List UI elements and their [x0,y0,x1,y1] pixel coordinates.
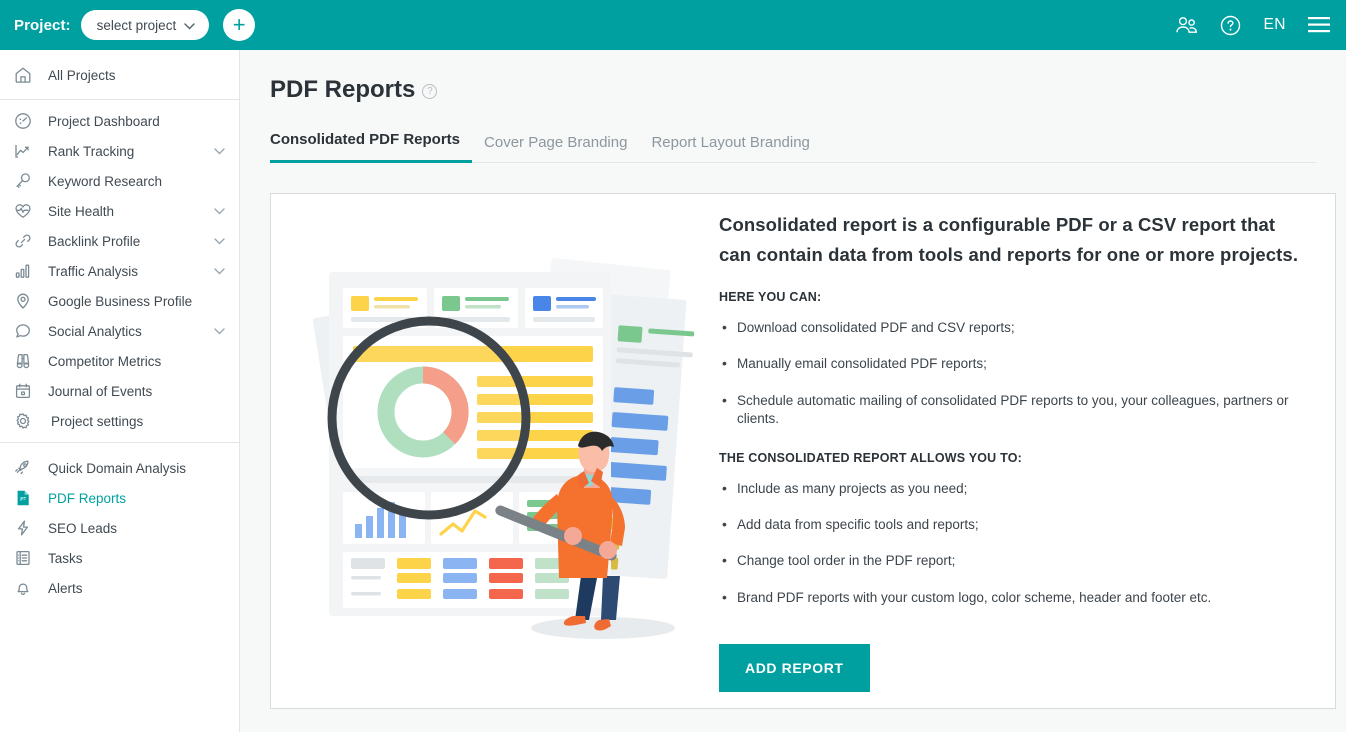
sidebar-item-project-dashboard[interactable]: Project Dashboard [0,106,239,136]
list-icon [14,549,38,567]
sidebar-item-label: Project Dashboard [48,113,160,129]
list-item: Download consolidated PDF and CSV report… [719,310,1305,346]
chevron-down-icon[interactable] [214,207,225,215]
sidebar-item-label: Google Business Profile [48,293,193,309]
help-icon[interactable] [1220,15,1241,36]
heartbeat-icon [14,202,38,220]
users-icon[interactable] [1175,16,1198,34]
gear-icon [14,412,38,430]
bar-chart-icon [14,262,38,280]
empty-state-heading: Consolidated report is a configurable PD… [719,214,1299,266]
sidebar-group-top: All Projects [0,50,239,99]
sidebar-item-rank-tracking[interactable]: Rank Tracking [0,136,239,166]
binoculars-icon [14,352,38,370]
chat-bubble-icon [14,322,38,340]
key-icon [14,172,38,190]
chevron-down-icon[interactable] [214,327,225,335]
hamburger-menu-icon[interactable] [1308,17,1330,33]
pdf-file-icon [14,489,38,507]
list-item: Change tool order in the PDF report; [719,543,1305,579]
sidebar-item-keyword-research[interactable]: Keyword Research [0,166,239,196]
sidebar-item-pdf-reports[interactable]: PDF Reports [0,483,239,513]
dashboard-icon [14,112,38,130]
sidebar-item-label: Traffic Analysis [48,263,139,279]
list-item: Manually email consolidated PDF reports; [719,346,1305,382]
sidebar-item-label: Journal of Events [48,383,153,399]
calendar-icon [14,382,38,400]
map-pin-icon [14,292,38,310]
tab-cover-page-branding[interactable]: Cover Page Branding [472,134,639,163]
sidebar-item-google-business-profile[interactable]: Google Business Profile [0,286,239,316]
page-title: PDF Reports ? [270,76,1316,104]
allows-you-to-label: THE CONSOLIDATED REPORT ALLOWS YOU TO: [719,450,1022,465]
sidebar-item-site-health[interactable]: Site Health [0,196,239,226]
add-report-button[interactable]: ADD REPORT [719,643,870,692]
sidebar: All Projects Project Dashboard Rank Trac… [0,50,240,732]
sidebar-item-competitor-metrics[interactable]: Competitor Metrics [0,346,239,376]
page-header: PDF Reports ? Consolidated PDF Reports C… [240,50,1346,163]
top-bar-actions: EN [1175,15,1330,36]
bolt-icon [14,519,38,537]
list-item: Brand PDF reports with your custom logo,… [719,580,1305,616]
tab-bar: Consolidated PDF Reports Cover Page Bran… [270,130,1316,163]
bell-icon [14,579,38,597]
sidebar-item-label: Tasks [48,550,83,566]
pdf-reports-illustration [281,194,711,708]
sidebar-group-tools: Quick Domain Analysis PDF Reports SEO Le… [0,443,239,609]
sidebar-item-traffic-analysis[interactable]: Traffic Analysis [0,256,239,286]
sidebar-item-label: All Projects [48,67,116,83]
project-select[interactable]: select project [80,10,210,40]
tab-report-layout-branding[interactable]: Report Layout Branding [639,134,821,163]
sidebar-item-all-projects[interactable]: All Projects [0,60,239,90]
chevron-down-icon[interactable] [214,237,225,245]
list-item: Add data from specific tools and reports… [719,507,1305,543]
top-bar: Project: select project + EN [0,0,1346,50]
sidebar-item-label: Social Analytics [48,323,142,339]
sidebar-item-label: Keyword Research [48,173,163,189]
sidebar-item-tasks[interactable]: Tasks [0,543,239,573]
sidebar-item-label: Quick Domain Analysis [48,460,187,476]
link-icon [14,232,38,250]
sidebar-item-journal-of-events[interactable]: Journal of Events [0,376,239,406]
chevron-down-icon [184,18,195,33]
page-title-text: PDF Reports [270,76,416,103]
project-select-value: select project [96,17,177,33]
allows-you-to-list: Include as many projects as you need; Ad… [719,471,1305,616]
project-label: Project: [14,16,71,34]
sidebar-item-label: Site Health [48,203,115,219]
page-help-icon[interactable]: ? [422,84,438,99]
sidebar-item-label: PDF Reports [48,490,127,506]
empty-state-card: Consolidated report is a configurable PD… [270,193,1336,709]
sidebar-item-label: SEO Leads [48,520,118,536]
sidebar-item-seo-leads[interactable]: SEO Leads [0,513,239,543]
list-item: Schedule automatic mailing of consolidat… [719,383,1305,437]
sidebar-item-backlink-profile[interactable]: Backlink Profile [0,226,239,256]
sidebar-item-alerts[interactable]: Alerts [0,573,239,603]
tab-consolidated-pdf-reports[interactable]: Consolidated PDF Reports [270,131,473,163]
sidebar-item-project-settings[interactable]: Project settings [0,406,239,436]
list-item: Include as many projects as you need; [719,471,1305,507]
here-you-can-list: Download consolidated PDF and CSV report… [719,310,1305,437]
sidebar-item-quick-domain-analysis[interactable]: Quick Domain Analysis [0,453,239,483]
chart-line-icon [14,142,38,160]
sidebar-item-label: Project settings [51,413,144,429]
main-content: PDF Reports ? Consolidated PDF Reports C… [240,50,1346,732]
sidebar-item-label: Backlink Profile [48,233,141,249]
sidebar-item-label: Rank Tracking [48,143,135,159]
sidebar-group-project-tools: Project Dashboard Rank Tracking Keyword … [0,100,239,442]
language-selector[interactable]: EN [1263,16,1286,34]
sidebar-item-label: Alerts [48,580,83,596]
rocket-icon [14,459,38,477]
app-body: All Projects Project Dashboard Rank Trac… [0,50,1346,732]
chevron-down-icon[interactable] [214,267,225,275]
empty-state-copy: Consolidated report is a configurable PD… [711,210,1315,692]
plus-icon: + [232,12,246,37]
chevron-down-icon[interactable] [214,147,225,155]
home-icon [14,66,38,84]
sidebar-item-social-analytics[interactable]: Social Analytics [0,316,239,346]
add-project-button[interactable]: + [223,9,256,41]
here-you-can-label: HERE YOU CAN: [719,290,822,305]
sidebar-item-label: Competitor Metrics [48,353,162,369]
